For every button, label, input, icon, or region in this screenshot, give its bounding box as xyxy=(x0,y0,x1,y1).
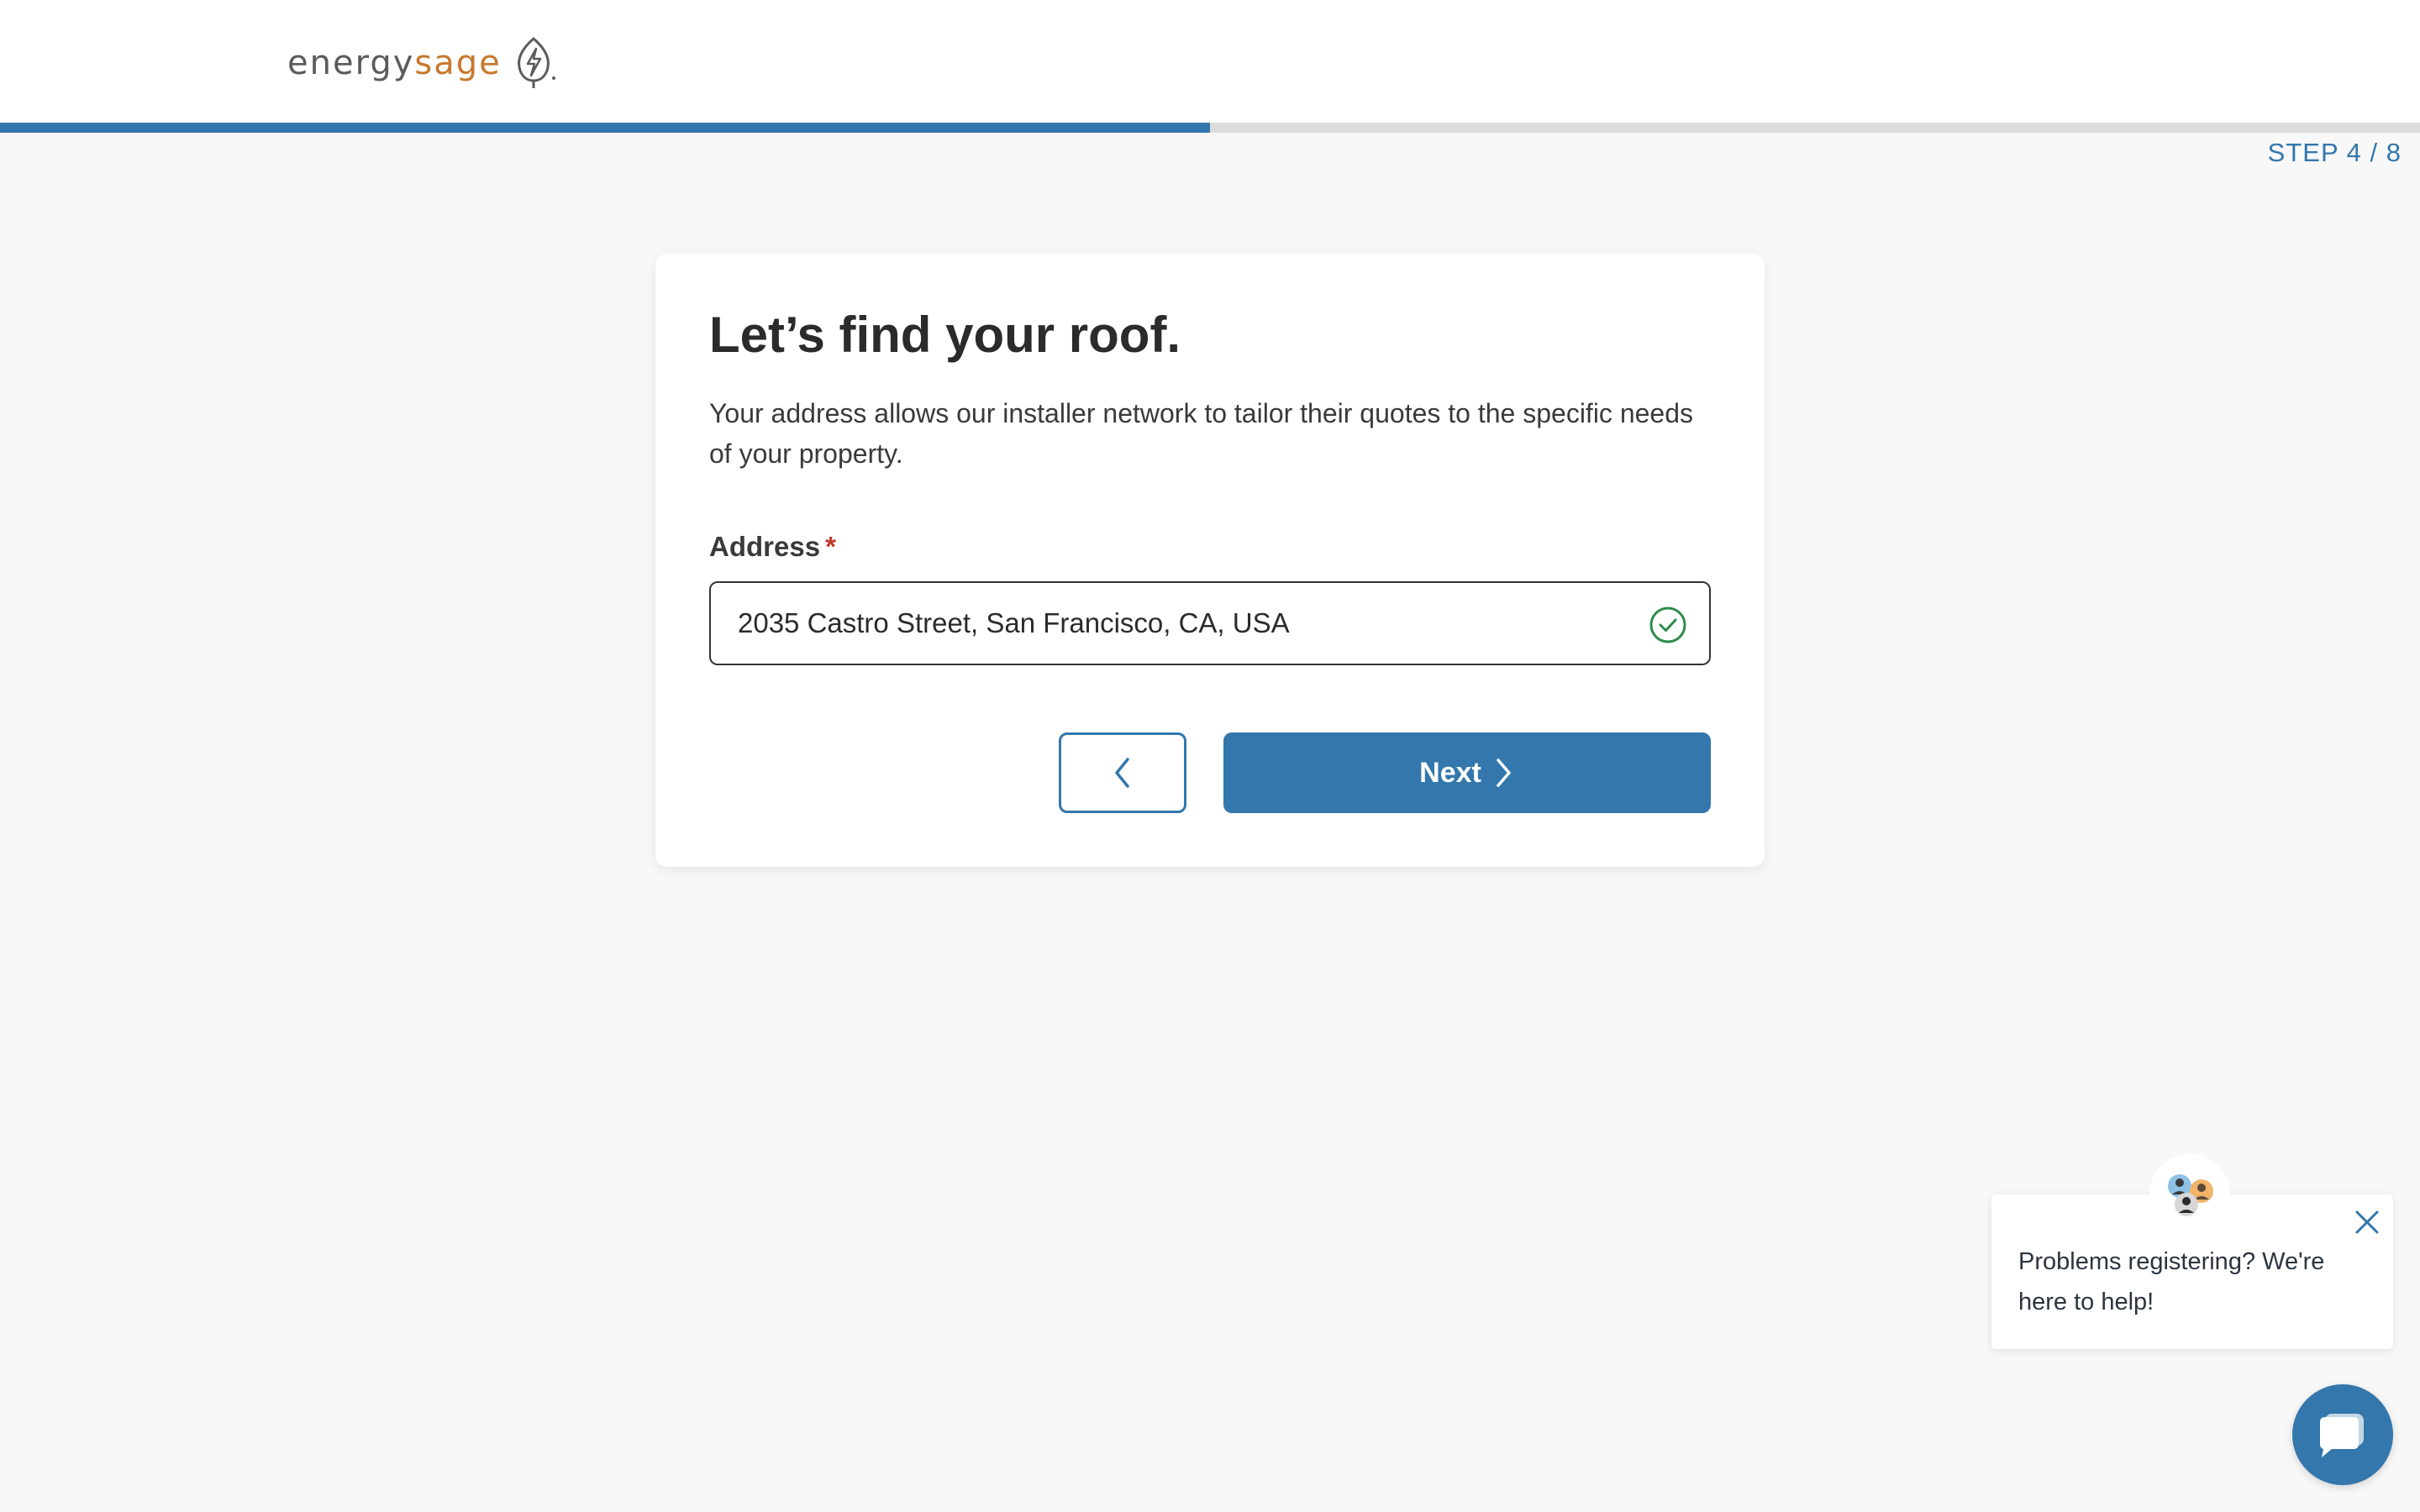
support-avatars-icon xyxy=(2168,1174,2213,1216)
page-description: Your address allows our installer networ… xyxy=(709,398,1693,469)
logo-text-energy: energy xyxy=(287,44,415,82)
chat-message: Problems registering? We're here to help… xyxy=(2018,1248,2325,1315)
address-label-text: Address xyxy=(709,531,821,562)
address-input[interactable]: 2035 Castro Street, San Francisco, CA, U… xyxy=(709,581,1711,665)
progress-bar xyxy=(0,123,2420,133)
chevron-right-icon xyxy=(1497,759,1511,787)
leaf-bolt-icon xyxy=(517,37,555,88)
address-card: Let’s find your roof. Your address allow… xyxy=(655,254,1765,867)
logo-text: energysage xyxy=(287,44,502,82)
close-icon[interactable] xyxy=(2353,1208,2381,1236)
step-indicator: STEP 4 / 8 xyxy=(2267,138,2402,167)
check-circle-icon xyxy=(1649,606,1686,643)
address-label: Address * xyxy=(709,531,836,563)
energysage-logo[interactable]: energysage xyxy=(287,34,557,92)
page-title: Let’s find your roof. xyxy=(709,307,1181,363)
header: energysage xyxy=(0,0,2420,123)
required-marker: * xyxy=(825,531,836,562)
progress-bar-fill xyxy=(0,123,1210,133)
next-button-label: Next xyxy=(1419,756,1481,789)
chat-launcher-button[interactable] xyxy=(2292,1384,2393,1485)
chat-bubble-icon xyxy=(2320,1414,2364,1457)
next-button[interactable]: Next xyxy=(1223,732,1711,813)
back-button[interactable] xyxy=(1059,732,1186,813)
chat-agent-avatars xyxy=(2149,1154,2230,1235)
logo-text-sage: sage xyxy=(414,44,502,82)
chevron-left-icon xyxy=(1115,758,1129,788)
address-input-value[interactable]: 2035 Castro Street, San Francisco, CA, U… xyxy=(738,607,1290,639)
